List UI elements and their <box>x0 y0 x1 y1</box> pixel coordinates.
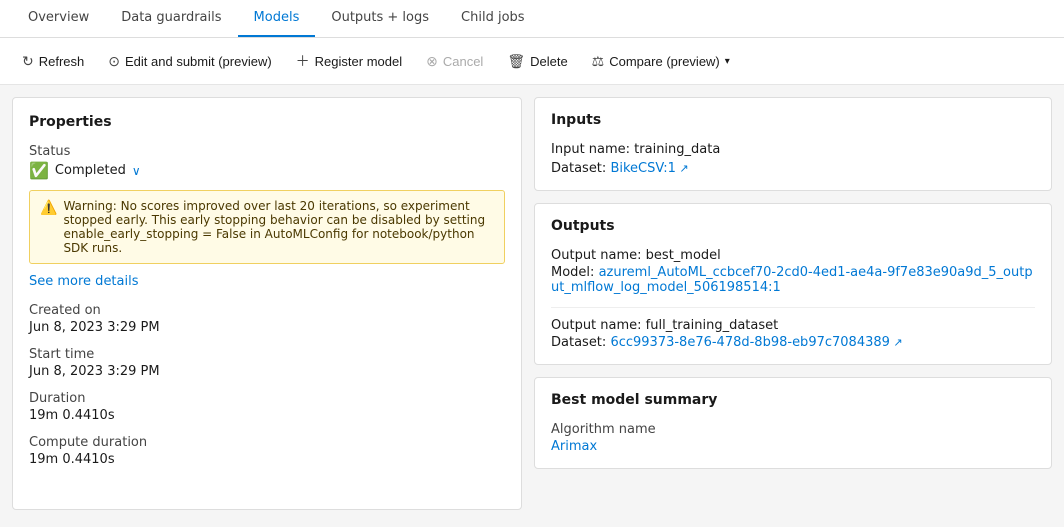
compute-duration-label: Compute duration <box>29 435 505 450</box>
tab-overview[interactable]: Overview <box>12 0 105 37</box>
plus-icon: ＋ <box>296 51 310 71</box>
model-link[interactable]: azureml_AutoML_ccbcef70-2cd0-4ed1-ae4a-9… <box>551 265 1033 295</box>
tab-child-jobs[interactable]: Child jobs <box>445 0 541 37</box>
status-row: ✅ Completed ∨ <box>29 161 505 180</box>
properties-title: Properties <box>29 114 505 130</box>
duration-label: Duration <box>29 391 505 406</box>
input-name-label: Input name: training_data <box>551 142 720 157</box>
tab-bar: Overview Data guardrails Models Outputs … <box>0 0 1064 38</box>
model-label: Model: <box>551 265 594 280</box>
outputs-title: Outputs <box>551 218 1035 234</box>
dataset-link[interactable]: BikeCSV:1 <box>610 161 688 176</box>
inputs-title: Inputs <box>551 112 1035 128</box>
inputs-panel: Inputs Input name: training_data Dataset… <box>534 97 1052 191</box>
trash-icon: 🗑 <box>507 53 525 70</box>
best-model-panel: Best model summary Algorithm name Arimax <box>534 377 1052 469</box>
compare-button[interactable]: ⚖ Compare (preview) ▾ <box>582 48 740 75</box>
properties-panel: Properties Status ✅ Completed ∨ ⚠️ Warni… <box>12 97 522 510</box>
status-value: Completed <box>55 163 126 178</box>
start-time-value: Jun 8, 2023 3:29 PM <box>29 364 505 379</box>
status-chevron-icon[interactable]: ∨ <box>132 164 141 178</box>
warning-box: ⚠️ Warning: No scores improved over last… <box>29 190 505 264</box>
outputs-panel: Outputs Output name: best_model Model: a… <box>534 203 1052 365</box>
refresh-button[interactable]: ↻ Refresh <box>12 48 94 75</box>
cancel-button[interactable]: ⊗ Cancel <box>416 48 493 75</box>
check-circle-icon: ✅ <box>29 161 49 180</box>
dataset-label: Dataset: <box>551 161 606 176</box>
output2-name: Output name: full_training_dataset <box>551 318 1035 333</box>
output-item-2: Output name: full_training_dataset Datas… <box>551 318 1035 350</box>
dataset-link2[interactable]: 6cc99373-8e76-478d-8b98-eb97c7084389 <box>610 335 902 350</box>
cancel-icon: ⊗ <box>426 53 438 70</box>
refresh-icon: ↻ <box>22 53 34 70</box>
play-circle-icon: ⊙ <box>108 53 120 70</box>
output-item-1: Output name: best_model Model: azureml_A… <box>551 248 1035 295</box>
chevron-down-icon: ▾ <box>725 56 730 67</box>
best-model-title: Best model summary <box>551 392 1035 408</box>
main-content: Properties Status ✅ Completed ∨ ⚠️ Warni… <box>0 85 1064 522</box>
edit-submit-button[interactable]: ⊙ Edit and submit (preview) <box>98 48 281 75</box>
compute-duration-value: 19m 0.4410s <box>29 452 505 467</box>
created-on-value: Jun 8, 2023 3:29 PM <box>29 320 505 335</box>
toolbar: ↻ Refresh ⊙ Edit and submit (preview) ＋ … <box>0 38 1064 85</box>
warning-text: Warning: No scores improved over last 20… <box>63 199 494 255</box>
tab-models[interactable]: Models <box>238 0 316 37</box>
tab-data-guardrails[interactable]: Data guardrails <box>105 0 237 37</box>
start-time-label: Start time <box>29 347 505 362</box>
status-label: Status <box>29 144 505 159</box>
tab-outputs-logs[interactable]: Outputs + logs <box>315 0 445 37</box>
delete-button[interactable]: 🗑 Delete <box>497 48 577 75</box>
duration-value: 19m 0.4410s <box>29 408 505 423</box>
output1-name: Output name: best_model <box>551 248 1035 263</box>
compare-icon: ⚖ <box>592 53 605 70</box>
dataset-label2: Dataset: <box>551 335 606 350</box>
right-column: Inputs Input name: training_data Dataset… <box>534 97 1052 510</box>
algorithm-link[interactable]: Arimax <box>551 439 597 454</box>
see-more-link[interactable]: See more details <box>29 274 505 289</box>
warning-icon: ⚠️ <box>40 200 57 255</box>
created-on-label: Created on <box>29 303 505 318</box>
register-model-button[interactable]: ＋ Register model <box>286 46 412 76</box>
algorithm-label: Algorithm name <box>551 422 1035 437</box>
